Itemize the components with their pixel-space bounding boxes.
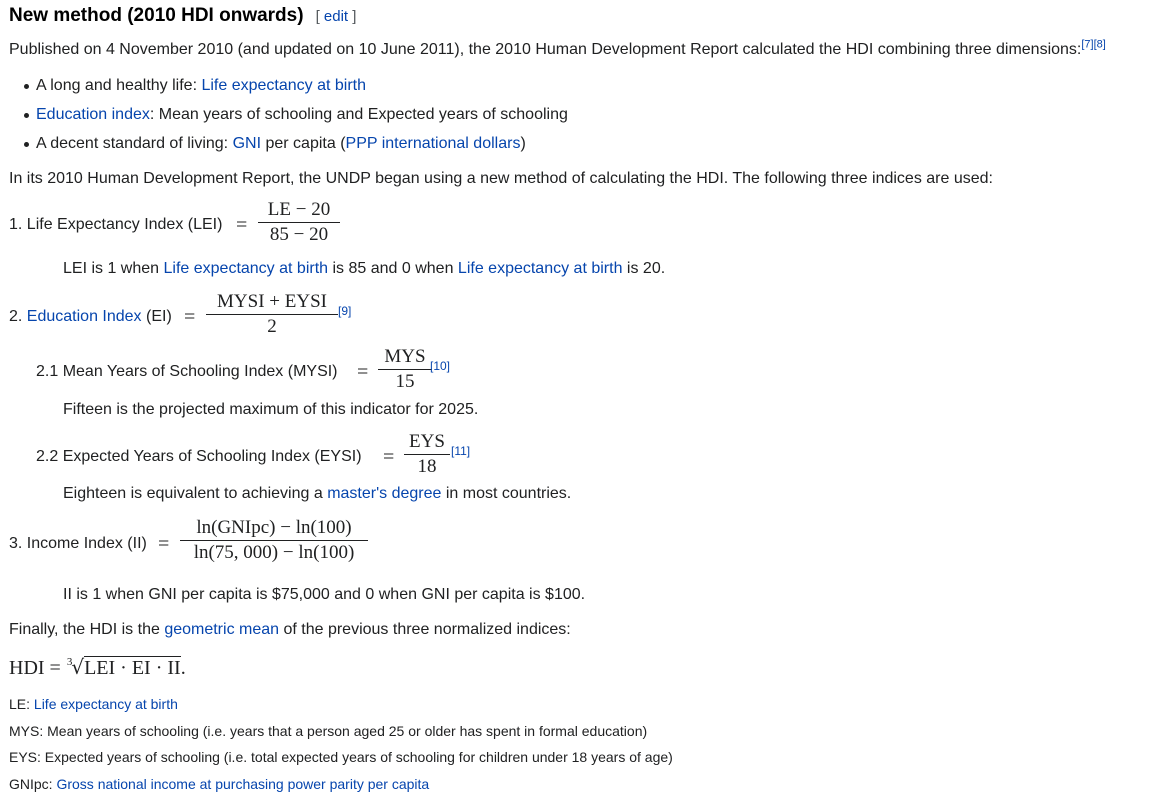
dimensions-list: A long and healthy life: Life expectancy…: [24, 76, 568, 163]
ii-fraction: ln(GNIpc) − ln(100) ln(75, 000) − ln(100…: [180, 516, 368, 565]
mysi-note: Fifteen is the projected maximum of this…: [63, 401, 479, 418]
ei-denominator: 2: [267, 316, 277, 337]
method-intro: In its 2010 Human Development Report, th…: [9, 170, 993, 187]
lei-fraction: LE − 20 85 − 20: [258, 198, 340, 247]
intro-paragraph: Published on 4 November 2010 (and update…: [9, 38, 1106, 58]
eysi-fraction: EYS 18: [404, 430, 450, 479]
hdi-radicand: LEI · EI · II: [84, 656, 181, 679]
hdi-lhs: HDI: [9, 657, 45, 679]
edit-link[interactable]: edit: [324, 8, 348, 25]
ii-label: 3. Income Index (II): [9, 535, 147, 552]
legend-mys: MYS: Mean years of schooling (i.e. years…: [9, 723, 648, 739]
mysi-fraction: MYS 15: [378, 345, 432, 394]
root-index: 3: [66, 656, 73, 668]
article-page: New method (2010 HDI onwards) [ edit ] Pu…: [0, 0, 1172, 798]
list-item: A decent standard of living: GNI per cap…: [24, 134, 568, 163]
ppp-link[interactable]: PPP international dollars: [346, 135, 521, 152]
ii-denominator: ln(75, 000) − ln(100): [193, 542, 355, 563]
legend-gnipc: GNIpc: Gross national income at purchasi…: [9, 776, 430, 792]
life-expectancy-link[interactable]: Life expectancy at birth: [201, 77, 366, 94]
ref-10-link[interactable]: [10]: [430, 359, 450, 373]
education-index-link[interactable]: Education index: [36, 106, 150, 123]
lei-numerator: LE − 20: [267, 199, 331, 220]
lei-label: 1. Life Expectancy Index (LEI): [9, 216, 223, 233]
lei-denominator: 85 − 20: [269, 224, 329, 245]
ei-numerator: MYSI + EYSI: [217, 291, 327, 312]
ei-fraction: MYSI + EYSI 2: [206, 290, 338, 339]
ref-11: [11]: [451, 441, 470, 461]
mysi-label: 2.1 Mean Years of Schooling Index (MYSI): [36, 363, 338, 380]
legend-eys: EYS: Expected years of schooling (i.e. t…: [9, 749, 673, 765]
ref-8-link[interactable]: [8]: [1094, 39, 1106, 51]
lei-equals: =: [236, 214, 248, 236]
eysi-note: Eighteen is equivalent to achieving a ma…: [63, 485, 572, 502]
ref-7-link[interactable]: [7]: [1081, 39, 1093, 51]
mysi-numerator: MYS: [384, 346, 426, 367]
ii-note: II is 1 when GNI per capita is $75,000 a…: [63, 586, 586, 603]
mysi-equals: =: [357, 361, 369, 383]
ref-10: [10]: [430, 356, 450, 376]
section-title: New method (2010 HDI onwards): [9, 5, 304, 26]
eysi-denominator: 18: [417, 456, 437, 477]
eysi-equals: =: [383, 446, 395, 468]
final-paragraph: Finally, the HDI is the geometric mean o…: [9, 621, 571, 638]
gni-link[interactable]: GNI: [233, 135, 261, 152]
section-heading: New method (2010 HDI onwards) [ edit ]: [9, 4, 356, 29]
list-item: Education index: Mean years of schooling…: [24, 105, 568, 134]
masters-degree-link[interactable]: master's degree: [327, 485, 441, 502]
ii-numerator: ln(GNIpc) − ln(100): [196, 517, 352, 538]
hdi-equals: =: [44, 657, 66, 679]
ref-9-link[interactable]: [9]: [338, 304, 351, 318]
ei-label: 2. Education Index (EI): [9, 308, 172, 325]
eysi-numerator: EYS: [409, 431, 445, 452]
lei-note: LEI is 1 when Life expectancy at birth i…: [63, 260, 666, 277]
radical-sign: √: [71, 655, 85, 679]
geometric-mean-link[interactable]: geometric mean: [164, 621, 279, 638]
edit-section: [ edit ]: [315, 8, 357, 25]
life-expectancy-link[interactable]: Life expectancy at birth: [458, 260, 623, 277]
mysi-denominator: 15: [395, 371, 415, 392]
life-expectancy-link[interactable]: Life expectancy at birth: [164, 260, 329, 277]
ref-11-link[interactable]: [11]: [451, 444, 470, 458]
education-index-link[interactable]: Education Index: [27, 308, 142, 325]
ref-9: [9]: [338, 301, 351, 321]
gross-national-income-link[interactable]: Gross national income at purchasing powe…: [56, 776, 429, 792]
hdi-formula: HDI = 3√LEI · EI · II.: [9, 655, 186, 679]
legend-le: LE: Life expectancy at birth: [9, 696, 178, 712]
ii-equals: =: [158, 533, 170, 555]
eysi-label: 2.2 Expected Years of Schooling Index (E…: [36, 448, 362, 465]
life-expectancy-link[interactable]: Life expectancy at birth: [34, 696, 178, 712]
ei-equals: =: [184, 306, 196, 328]
list-item: A long and healthy life: Life expectancy…: [24, 76, 568, 105]
